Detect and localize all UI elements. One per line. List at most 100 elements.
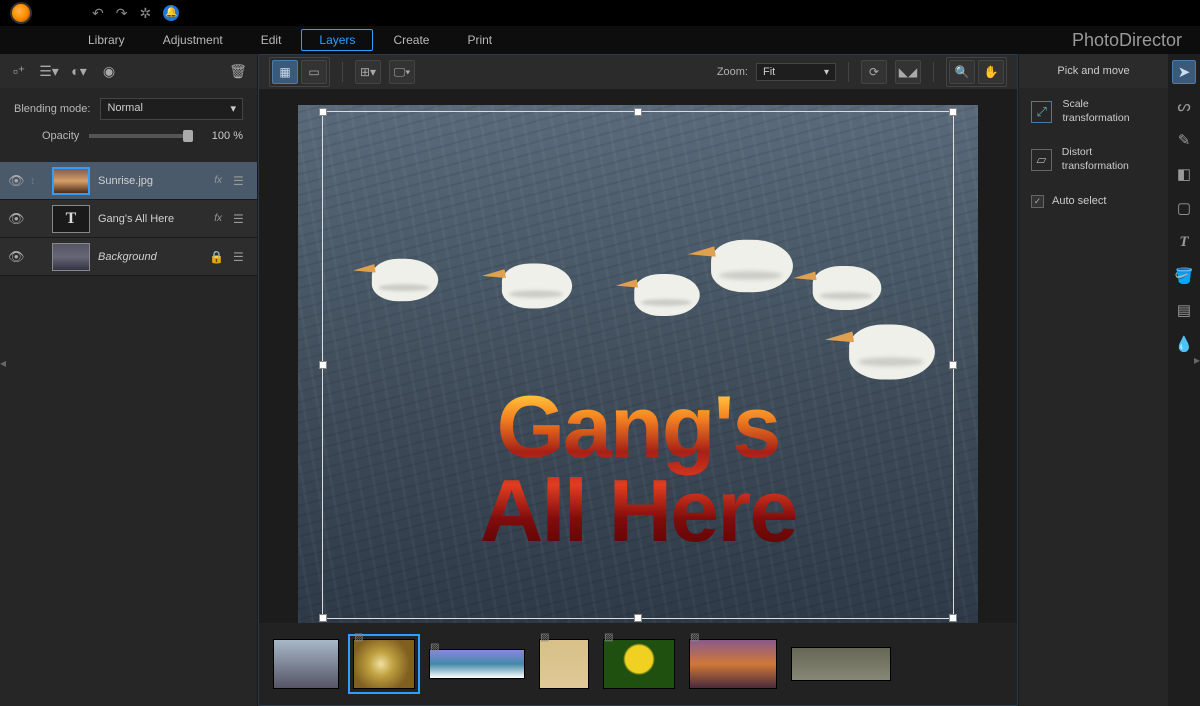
auto-select-checkbox[interactable]: ✓ Auto select <box>1019 185 1168 218</box>
blur-tool-icon[interactable]: 💧 <box>1172 332 1196 356</box>
layer-settings-icon[interactable]: ☰ <box>233 212 249 226</box>
flip-icon[interactable]: ◣◢ <box>895 60 921 84</box>
eraser-tool-icon[interactable]: ◧ <box>1172 162 1196 186</box>
fx-icon[interactable]: fx <box>211 213 225 224</box>
thumbnail[interactable]: ▨ <box>429 649 525 679</box>
gradient-tool-icon[interactable]: ▤ <box>1172 298 1196 322</box>
layer-thumbnail[interactable] <box>52 167 90 195</box>
distort-icon: ▱ <box>1031 149 1052 171</box>
distort-transformation-button[interactable]: ▱ Distort transformation <box>1019 136 1168 184</box>
undo-icon[interactable]: ↶ <box>92 5 104 22</box>
link-icon[interactable]: ↕ <box>30 175 44 187</box>
adjustment-layer-icon[interactable]: ◐▾ <box>70 62 88 80</box>
titlebar: ↶ ↷ ✲ 🔔 <box>0 0 1200 26</box>
selection-bounds[interactable] <box>322 111 954 619</box>
notifications-icon[interactable]: 🔔 <box>163 5 179 21</box>
opacity-label: Opacity <box>42 130 79 142</box>
tool-options-panel: Pick and move ⤢ Scale transformation ▱ D… <box>1018 54 1168 706</box>
layer-name[interactable]: Gang's All Here <box>98 213 203 225</box>
lock-icon[interactable]: 🔒 <box>209 250 225 264</box>
brand-label: PhotoDirector <box>1072 30 1182 51</box>
edit-marker-icon: ▨ <box>690 632 699 643</box>
filmstrip[interactable]: ▨ ▨ ▨ ▨ ▨ <box>259 623 1017 705</box>
shape-tool-icon[interactable]: ▢ <box>1172 196 1196 220</box>
main-tabs: Library Adjustment Edit Layers Create Pr… <box>0 26 1200 54</box>
edit-marker-icon: ▨ <box>604 632 613 643</box>
visibility-icon[interactable]: 👁 <box>8 173 22 189</box>
opacity-slider[interactable] <box>89 134 193 138</box>
visibility-icon[interactable]: 👁 <box>8 249 22 265</box>
add-layer-icon[interactable]: ▫⁺ <box>10 62 28 80</box>
collapse-right-icon[interactable]: ▸ <box>1194 353 1200 367</box>
resize-handle[interactable] <box>634 614 642 622</box>
tab-layers[interactable]: Layers <box>301 29 373 51</box>
lasso-tool-icon[interactable]: ᔕ <box>1172 94 1196 118</box>
scale-icon: ⤢ <box>1031 101 1052 123</box>
blend-mode-select[interactable]: Normal▾ <box>100 98 243 120</box>
vertical-toolbar: ➤ ᔕ ✎ ◧ ▢ T 🪣 ▤ 💧 <box>1168 54 1200 706</box>
display-icon[interactable]: 🖵▾ <box>389 60 415 84</box>
resize-handle[interactable] <box>949 108 957 116</box>
text-tool-icon[interactable]: T <box>1172 230 1196 254</box>
thumbnail[interactable] <box>791 647 891 681</box>
thumbnail[interactable]: ▨ <box>603 639 675 689</box>
tab-edit[interactable]: Edit <box>243 29 300 51</box>
layer-settings-icon[interactable]: ☰ <box>233 250 249 264</box>
layer-thumbnail[interactable]: T <box>52 205 90 233</box>
thumbnail[interactable] <box>273 639 339 689</box>
zoom-label: Zoom: <box>717 66 748 78</box>
thumbnail[interactable]: ▨ <box>539 639 589 689</box>
pen-tool-icon[interactable]: ✎ <box>1172 128 1196 152</box>
blend-mode-label: Blending mode: <box>14 103 90 115</box>
thumbnail[interactable]: ▨ <box>689 639 777 689</box>
layer-row[interactable]: 👁 T Gang's All Here fx ☰ <box>0 200 257 238</box>
resize-handle[interactable] <box>949 614 957 622</box>
resize-handle[interactable] <box>634 108 642 116</box>
edit-marker-icon: ▨ <box>540 632 549 643</box>
canvas[interactable]: Gang'sAll Here <box>298 105 978 623</box>
checkbox-icon[interactable]: ✓ <box>1031 195 1044 208</box>
layer-row[interactable]: 👁 Background 🔒 ☰ <box>0 238 257 276</box>
layer-thumbnail[interactable] <box>52 243 90 271</box>
thumbnail[interactable]: ▨ <box>353 639 415 689</box>
view-mode-image-icon[interactable]: ▭ <box>301 60 327 84</box>
scale-label: Scale transformation <box>1062 98 1156 125</box>
opacity-value: 100 % <box>203 130 243 142</box>
settings-gear-icon[interactable]: ✲ <box>139 5 151 22</box>
resize-handle[interactable] <box>319 614 327 622</box>
layer-name[interactable]: Background <box>98 251 201 263</box>
distort-label: Distort transformation <box>1062 146 1156 173</box>
tab-library[interactable]: Library <box>70 29 143 51</box>
mask-icon[interactable]: ◉ <box>100 62 118 80</box>
scale-transformation-button[interactable]: ⤢ Scale transformation <box>1019 88 1168 136</box>
layer-name[interactable]: Sunrise.jpg <box>98 175 203 187</box>
resize-handle[interactable] <box>949 361 957 369</box>
layer-menu-icon[interactable]: ☰▾ <box>40 62 58 80</box>
rotate-icon[interactable]: ⟳ <box>861 60 887 84</box>
view-mode-histogram-icon[interactable]: ▦ <box>272 60 298 84</box>
layers-panel: ▫⁺ ☰▾ ◐▾ ◉ 🗑 Blending mode: Normal▾ Opac… <box>0 54 258 706</box>
grid-icon[interactable]: ⊞▾ <box>355 60 381 84</box>
hand-icon[interactable]: ✋ <box>978 60 1004 84</box>
trash-icon[interactable]: 🗑 <box>229 62 247 80</box>
redo-icon[interactable]: ↷ <box>116 5 128 22</box>
layer-settings-icon[interactable]: ☰ <box>233 174 249 188</box>
resize-handle[interactable] <box>319 361 327 369</box>
tab-create[interactable]: Create <box>375 29 447 51</box>
visibility-icon[interactable]: 👁 <box>8 211 22 227</box>
fx-icon[interactable]: fx <box>211 175 225 186</box>
move-tool-icon[interactable]: ➤ <box>1172 60 1196 84</box>
magnify-icon[interactable]: 🔍 <box>949 60 975 84</box>
canvas-viewport[interactable]: Gang'sAll Here <box>259 89 1017 623</box>
tab-adjustment[interactable]: Adjustment <box>145 29 241 51</box>
zoom-select[interactable]: Fit <box>756 63 836 81</box>
collapse-left-icon[interactable]: ◂ <box>0 353 10 373</box>
resize-handle[interactable] <box>319 108 327 116</box>
edit-marker-icon: ▨ <box>354 632 363 643</box>
fill-tool-icon[interactable]: 🪣 <box>1172 264 1196 288</box>
tab-print[interactable]: Print <box>449 29 510 51</box>
layer-row[interactable]: 👁 ↕ Sunrise.jpg fx ☰ <box>0 162 257 200</box>
layers-toolbar: ▫⁺ ☰▾ ◐▾ ◉ 🗑 <box>0 54 257 88</box>
canvas-region: ▦ ▭ ⊞▾ 🖵▾ Zoom: Fit ⟳ ◣◢ 🔍 ✋ <box>258 54 1018 706</box>
tool-options-title: Pick and move <box>1019 54 1168 88</box>
